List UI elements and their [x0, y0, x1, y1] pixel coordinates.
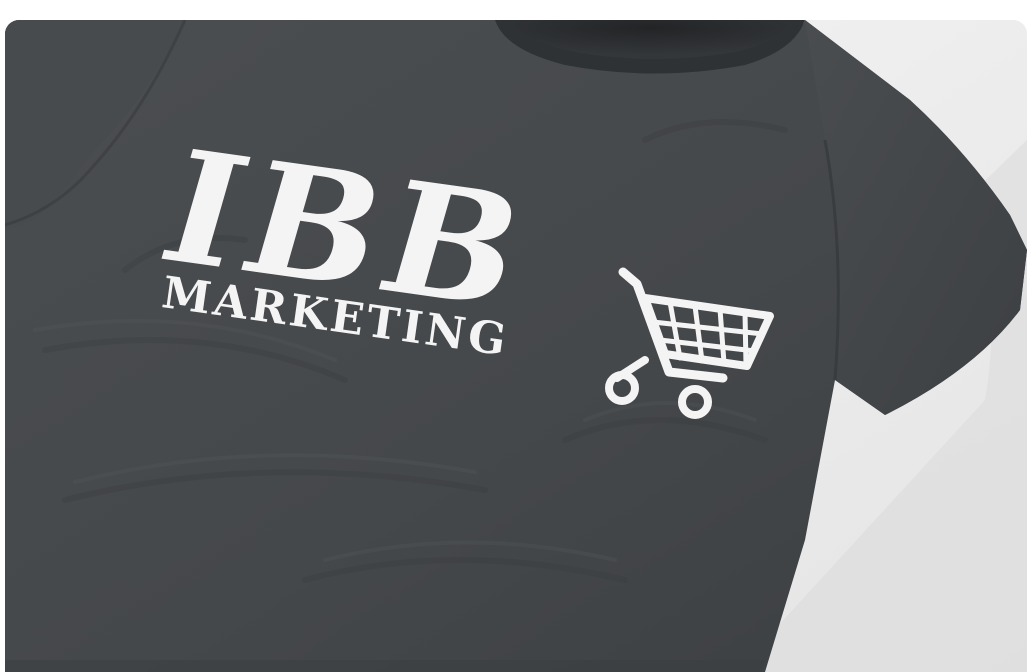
tshirt-mockup: IBB MARKETING	[5, 20, 1027, 672]
product-photo: IBB MARKETING	[5, 20, 1027, 672]
